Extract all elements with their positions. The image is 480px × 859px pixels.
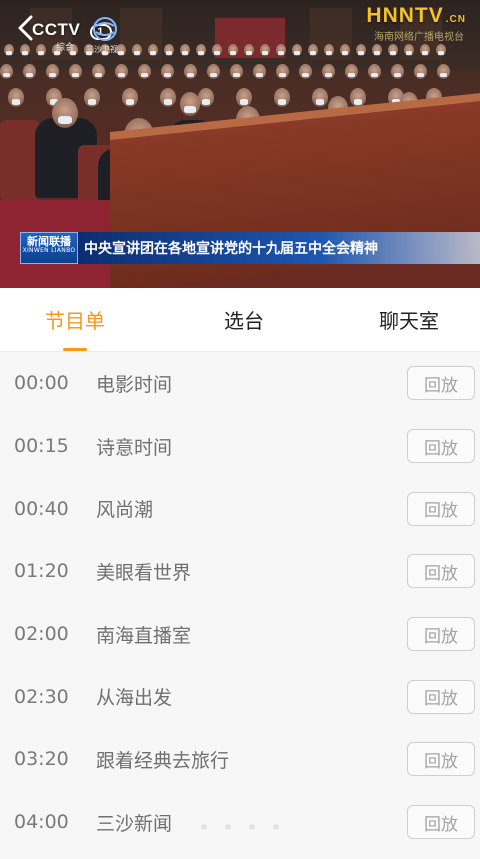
news-headline: 中央宣讲团在各地宣讲党的十九届五中全会精神: [78, 232, 480, 264]
globe-label: 三沙卫视: [86, 45, 118, 54]
replay-button[interactable]: 回放: [407, 366, 475, 401]
tab-program-guide[interactable]: 节目单: [0, 288, 150, 351]
page-dot: [249, 824, 255, 830]
station-logo-text: HNNTV: [366, 4, 444, 27]
program-row[interactable]: 01:20 美眼看世界 回放: [0, 540, 480, 603]
globe-icon: [92, 16, 118, 42]
seat: [0, 120, 40, 200]
audience-head: [52, 98, 78, 128]
tab-chat-room[interactable]: 聊天室: [338, 288, 480, 351]
news-logo-sub: XINWEN LIANBO: [22, 247, 76, 255]
replay-button[interactable]: 回放: [407, 679, 475, 714]
channel-sub: 综合: [56, 43, 75, 53]
replay-button[interactable]: 回放: [407, 429, 475, 464]
replay-button[interactable]: 回放: [407, 554, 475, 589]
tab-channel-select[interactable]: 选台: [150, 288, 338, 351]
program-row[interactable]: 02:00 南海直播室 回放: [0, 603, 480, 666]
program-row[interactable]: 04:00 三沙新闻 回放: [0, 791, 480, 854]
program-time: 00:15: [14, 435, 69, 458]
page-indicator: [0, 824, 480, 834]
audience-head: [180, 92, 200, 116]
program-list: 00:00 电影时间 回放 00:15 诗意时间 回放 00:40 风尚潮 回放…: [0, 352, 480, 859]
station-logo: HNNTV .CN: [366, 4, 466, 28]
replay-button[interactable]: 回放: [407, 742, 475, 777]
program-row[interactable]: 00:00 电影时间 回放: [0, 352, 480, 415]
station-logo-suffix: .CN: [445, 14, 466, 25]
program-time: 00:00: [14, 372, 69, 395]
program-time: 02:00: [14, 623, 69, 646]
news-program-logo: 新闻联播 XINWEN LIANBO: [20, 232, 78, 264]
news-ticker: 新闻联播 XINWEN LIANBO 中央宣讲团在各地宣讲党的十九届五中全会精神: [20, 232, 480, 264]
program-time: 00:40: [14, 497, 69, 520]
program-time: 03:20: [14, 748, 69, 771]
program-row[interactable]: 00:15 诗意时间 回放: [0, 415, 480, 478]
audience-row: [0, 64, 460, 79]
page-dot: [225, 824, 231, 830]
page-dot: [273, 824, 279, 830]
station-sub: 海南网络广播电视台: [374, 32, 464, 43]
program-time: 02:30: [14, 685, 69, 708]
replay-button[interactable]: 回放: [407, 805, 475, 840]
channel-logo-text: CCTV: [32, 20, 81, 39]
page-dot: [201, 824, 207, 830]
video-player[interactable]: CCTV 1 综合 三沙卫视 HNNTV .CN 海南网络广播电视台 新闻联播 X…: [0, 0, 480, 288]
program-row[interactable]: 03:20 跟着经典去旅行 回放: [0, 728, 480, 791]
news-logo-main: 新闻联播: [27, 235, 71, 248]
program-row[interactable]: 00:40 风尚潮 回放: [0, 477, 480, 540]
program-row[interactable]: 02:30 从海出发 回放: [0, 665, 480, 728]
replay-button[interactable]: 回放: [407, 491, 475, 526]
program-time: 01:20: [14, 560, 69, 583]
replay-button[interactable]: 回放: [407, 617, 475, 652]
tab-bar: 节目单 选台 聊天室: [0, 288, 480, 352]
